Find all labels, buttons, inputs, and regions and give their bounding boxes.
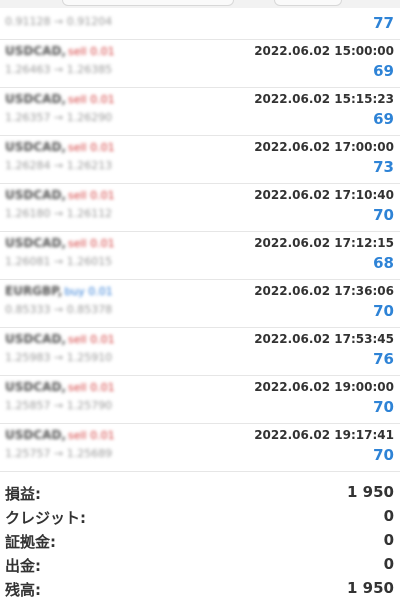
trade-row[interactable]: 0.91128 → 0.91204 77 — [0, 0, 400, 40]
trade-side: buy 0.01 — [64, 285, 113, 298]
trade-row[interactable]: USDCAD, sell 0.01 1.26284 → 1.26213 2022.… — [0, 136, 400, 184]
trade-side: sell 0.01 — [67, 381, 115, 394]
trade-side: sell 0.01 — [67, 141, 115, 154]
trade-symbol-name: EURGBP, — [5, 284, 63, 298]
trade-row[interactable]: USDCAD, sell 0.01 1.26357 → 1.26290 2022.… — [0, 88, 400, 136]
summary-label: 残高: — [5, 581, 41, 599]
summary-value: 1 950 — [347, 483, 394, 501]
summary-value: 0 — [383, 555, 394, 573]
trade-time: 2022.06.02 17:12:15 — [254, 236, 394, 250]
trade-prices: 1.25857 → 1.25790 — [5, 399, 113, 412]
trade-profit: 70 — [373, 398, 394, 416]
trade-symbol: USDCAD, sell 0.01 — [5, 332, 115, 346]
trade-time: 2022.06.02 15:00:00 — [254, 44, 394, 58]
summary-row-balance: 残高: 1 950 — [0, 576, 400, 600]
trade-time: 2022.06.02 17:00:00 — [254, 140, 394, 154]
trade-time: 2022.06.02 15:15:23 — [254, 92, 394, 106]
trade-symbol: USDCAD, sell 0.01 — [5, 140, 115, 154]
trade-prices: 1.26284 → 1.26213 — [5, 159, 113, 172]
trade-profit: 70 — [373, 206, 394, 224]
trade-symbol-name: USDCAD, — [5, 332, 66, 346]
trade-side: sell 0.01 — [67, 189, 115, 202]
trade-symbol: USDCAD, sell 0.01 — [5, 428, 115, 442]
summary-row-deposit: 証拠金: 0 — [0, 528, 400, 552]
trade-side: sell 0.01 — [67, 429, 115, 442]
trade-symbol: USDCAD, sell 0.01 — [5, 92, 115, 106]
trade-time: 2022.06.02 17:53:45 — [254, 332, 394, 346]
summary-value: 0 — [383, 507, 394, 525]
trade-side: sell 0.01 — [67, 45, 115, 58]
trade-symbol-name: USDCAD, — [5, 92, 66, 106]
trade-symbol-name: USDCAD, — [5, 236, 66, 250]
summary-row-credit: クレジット: 0 — [0, 504, 400, 528]
trade-symbol-name: USDCAD, — [5, 188, 66, 202]
trade-symbol: USDCAD, sell 0.01 — [5, 188, 115, 202]
trade-row[interactable]: USDCAD, sell 0.01 1.25857 → 1.25790 2022.… — [0, 376, 400, 424]
trade-symbol: EURGBP, buy 0.01 — [5, 284, 113, 298]
trade-symbol-name: USDCAD, — [5, 380, 66, 394]
summary-row-withdrawal: 出金: 0 — [0, 552, 400, 576]
trade-prices: 1.26081 → 1.26015 — [5, 255, 113, 268]
trade-prices: 1.26463 → 1.26385 — [5, 63, 113, 76]
trade-prices: 1.26180 → 1.26112 — [5, 207, 113, 220]
trade-row[interactable]: USDCAD, sell 0.01 1.25983 → 1.25910 2022.… — [0, 328, 400, 376]
trade-symbol-name: USDCAD, — [5, 428, 66, 442]
trade-profit: 69 — [373, 62, 394, 80]
trade-symbol-name: USDCAD, — [5, 44, 66, 58]
summary-value: 1 950 — [347, 579, 394, 597]
trade-row[interactable]: USDCAD, sell 0.01 1.26180 → 1.26112 2022.… — [0, 184, 400, 232]
summary-label: 損益: — [5, 485, 41, 503]
summary-value: 0 — [383, 531, 394, 549]
trade-symbol: USDCAD, sell 0.01 — [5, 236, 115, 250]
trade-time: 2022.06.02 17:36:06 — [254, 284, 394, 298]
trade-prices: 0.85333 → 0.85378 — [5, 303, 113, 316]
trade-profit: 73 — [373, 158, 394, 176]
summary-label: クレジット: — [5, 509, 86, 527]
trade-symbol: USDCAD, sell 0.01 — [5, 380, 115, 394]
trade-profit: 69 — [373, 110, 394, 128]
trade-profit: 70 — [373, 302, 394, 320]
trade-row[interactable]: EURGBP, buy 0.01 0.85333 → 0.85378 2022.0… — [0, 280, 400, 328]
trade-side: sell 0.01 — [67, 333, 115, 346]
summary-label: 証拠金: — [5, 533, 56, 551]
trade-profit: 68 — [373, 254, 394, 272]
trade-row[interactable]: USDCAD, sell 0.01 1.26463 → 1.26385 2022.… — [0, 40, 400, 88]
trade-side: sell 0.01 — [67, 93, 115, 106]
trade-profit: 77 — [373, 14, 394, 32]
trade-prices: 0.91128 → 0.91204 — [5, 15, 113, 28]
trade-prices: 1.25757 → 1.25689 — [5, 447, 113, 460]
trade-side: sell 0.01 — [67, 237, 115, 250]
trade-time: 2022.06.02 19:00:00 — [254, 380, 394, 394]
trade-symbol: USDCAD, sell 0.01 — [5, 44, 115, 58]
trade-time: 2022.06.02 19:17:41 — [254, 428, 394, 442]
trade-profit: 70 — [373, 446, 394, 464]
trade-row[interactable]: USDCAD, sell 0.01 1.25757 → 1.25689 2022.… — [0, 424, 400, 472]
trade-row[interactable]: USDCAD, sell 0.01 1.26081 → 1.26015 2022.… — [0, 232, 400, 280]
summary-row-profit: 損益: 1 950 — [0, 480, 400, 504]
trade-time: 2022.06.02 17:10:40 — [254, 188, 394, 202]
trade-profit: 76 — [373, 350, 394, 368]
trade-prices: 1.25983 → 1.25910 — [5, 351, 113, 364]
summary-label: 出金: — [5, 557, 41, 575]
trade-prices: 1.26357 → 1.26290 — [5, 111, 113, 124]
trade-symbol-name: USDCAD, — [5, 140, 66, 154]
